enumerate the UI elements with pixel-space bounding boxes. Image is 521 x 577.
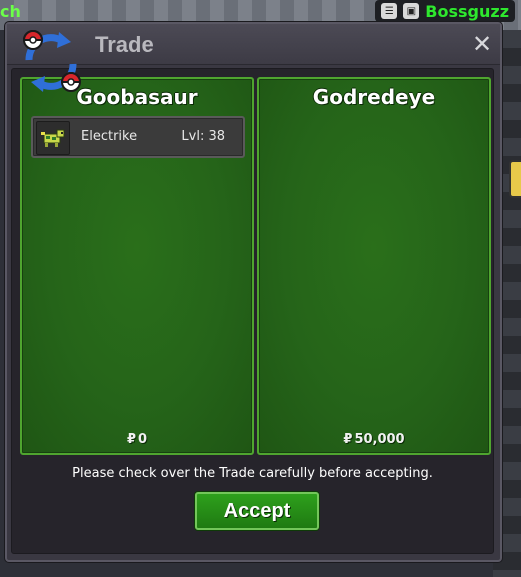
trade-window: Trade ✕ Goobasaur Electrike Lvl: 38 ₽ 0 … bbox=[5, 22, 502, 562]
player-badge-icon: ☰ bbox=[381, 3, 398, 19]
side-tab[interactable] bbox=[509, 160, 521, 198]
money-right: ₽50,000 bbox=[259, 432, 489, 447]
electrike-icon bbox=[36, 121, 70, 155]
pokedollar-icon: ₽ bbox=[126, 432, 136, 447]
chat-fragment: ch bbox=[0, 2, 21, 21]
accept-button[interactable]: Accept bbox=[195, 492, 319, 530]
money-amount-right: 50,000 bbox=[354, 432, 405, 447]
trade-swap-icon bbox=[15, 26, 87, 98]
pokemon-slot[interactable]: Electrike Lvl: 38 bbox=[31, 116, 245, 158]
pokedollar-icon: ₽ bbox=[343, 432, 353, 447]
trade-content: Goobasaur Electrike Lvl: 38 ₽ 0 Godredey… bbox=[11, 68, 494, 554]
player-nameplate: ☰ ▣ Bossguzz bbox=[375, 0, 515, 22]
window-title: Trade bbox=[95, 32, 154, 57]
player-name: Bossguzz bbox=[425, 1, 509, 21]
trade-notice: Please check over the Trade carefully be… bbox=[72, 466, 433, 481]
pokemon-name: Electrike bbox=[81, 129, 138, 144]
trade-panel-right: Godredeye ₽50,000 bbox=[257, 77, 491, 455]
pokemon-level: Lvl: 38 bbox=[181, 129, 225, 144]
money-left: ₽0 bbox=[22, 432, 252, 447]
money-amount-left: 0 bbox=[138, 432, 148, 447]
trade-panel-left: Goobasaur Electrike Lvl: 38 ₽ 0 bbox=[20, 77, 254, 455]
trader-name-right: Godredeye bbox=[312, 85, 436, 109]
close-icon[interactable]: ✕ bbox=[470, 32, 494, 56]
player-status-icon: ▣ bbox=[403, 3, 420, 19]
